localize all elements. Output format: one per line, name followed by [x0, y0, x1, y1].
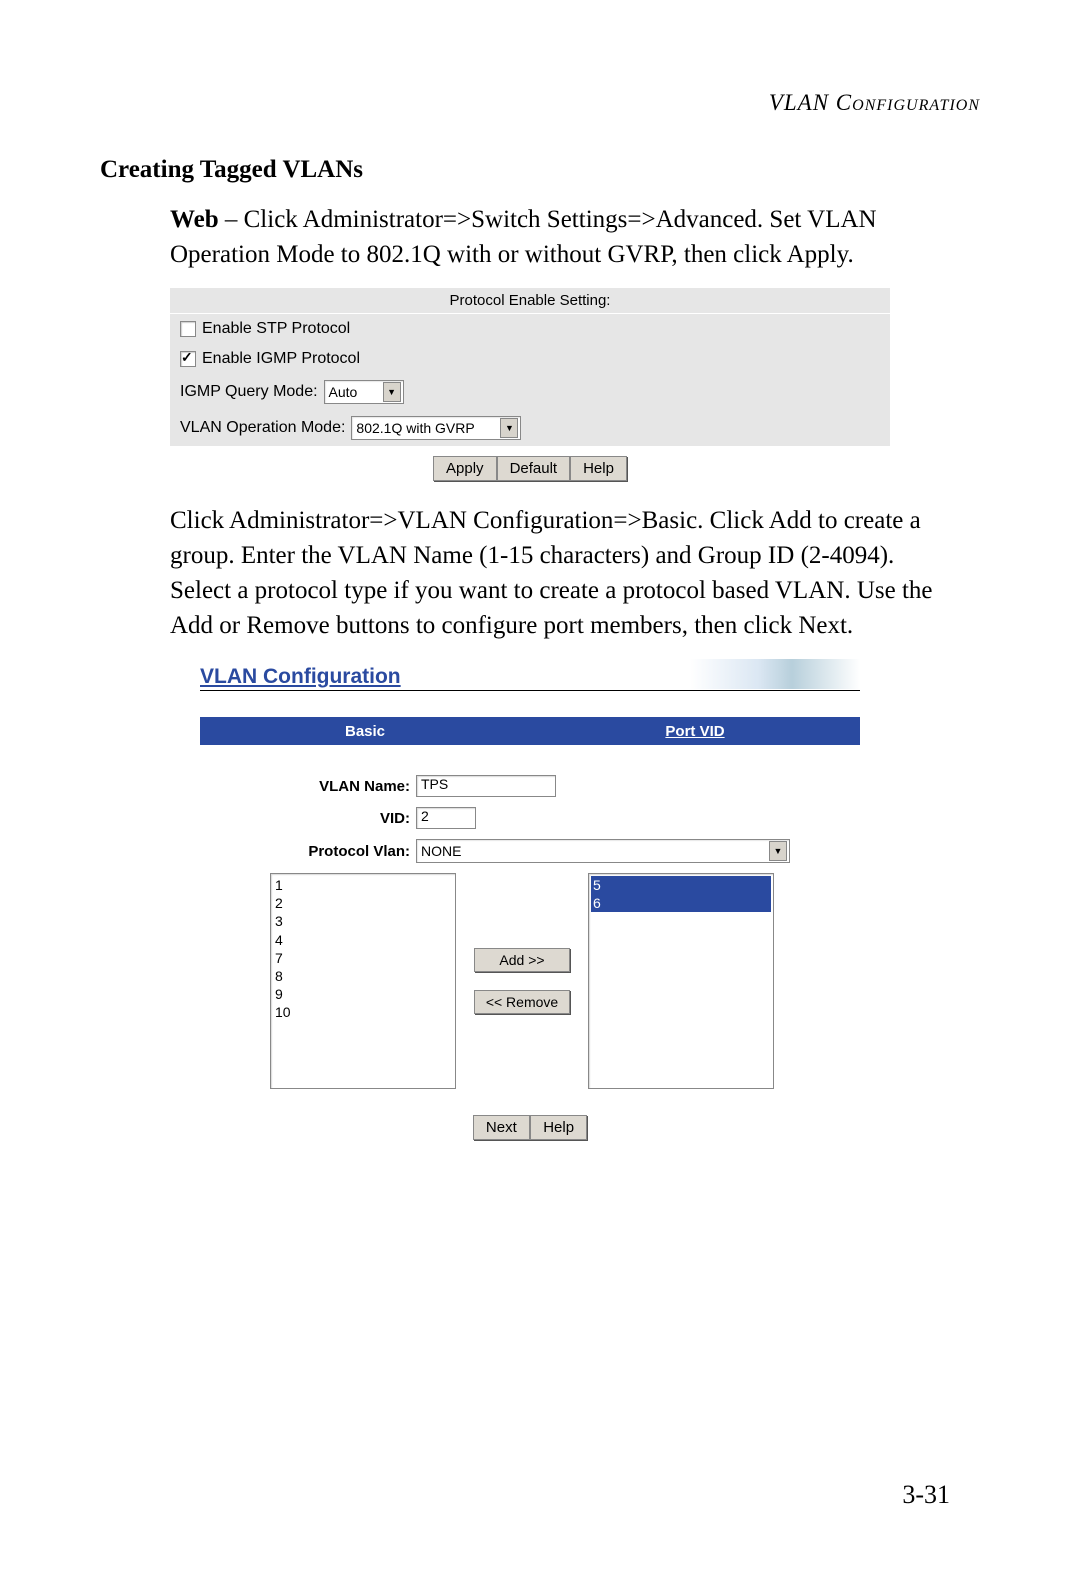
list-item[interactable]: 7: [273, 949, 453, 967]
igmp-label: Enable IGMP Protocol: [202, 350, 360, 368]
chevron-down-icon: ▼: [500, 418, 518, 438]
list-item[interactable]: 6: [591, 894, 771, 912]
tab-port-vid[interactable]: Port VID: [530, 723, 860, 740]
tab-bar: Basic Port VID: [200, 717, 860, 745]
vlan-name-input[interactable]: TPS: [416, 775, 556, 797]
vid-input[interactable]: 2: [416, 807, 476, 829]
vlan-config-title: VLAN Configuration: [200, 665, 401, 689]
igmp-query-value: Auto: [329, 384, 379, 400]
protocol-enable-panel: Protocol Enable Setting: Enable STP Prot…: [170, 288, 890, 446]
apply-button[interactable]: Apply: [433, 456, 497, 481]
vid-label: VID:: [270, 810, 416, 827]
help-button-2[interactable]: Help: [530, 1115, 587, 1140]
paragraph-2: Click Administrator=>VLAN Configuration=…: [170, 503, 960, 643]
list-item[interactable]: 4: [273, 931, 453, 949]
igmp-checkbox[interactable]: [180, 351, 196, 367]
remove-port-button[interactable]: << Remove: [474, 990, 570, 1014]
vlan-op-select[interactable]: 802.1Q with GVRP ▼: [351, 416, 521, 440]
list-item[interactable]: 3: [273, 912, 453, 930]
list-item[interactable]: 1: [273, 876, 453, 894]
page-header: VLAN Configuration: [100, 90, 980, 116]
list-item[interactable]: 5: [591, 876, 771, 894]
section-heading: Creating Tagged VLANs: [100, 156, 960, 184]
igmp-query-label: IGMP Query Mode:: [180, 383, 318, 401]
vlan-op-row: VLAN Operation Mode: 802.1Q with GVRP ▼: [170, 410, 890, 446]
paragraph-1: Web – Click Administrator=>Switch Settin…: [170, 202, 960, 272]
igmp-query-select[interactable]: Auto ▼: [324, 380, 404, 404]
help-button[interactable]: Help: [570, 456, 627, 481]
stp-label: Enable STP Protocol: [202, 320, 350, 338]
igmp-query-row: IGMP Query Mode: Auto ▼: [170, 374, 890, 410]
chevron-down-icon: ▼: [769, 841, 787, 861]
tab-basic[interactable]: Basic: [200, 723, 530, 740]
add-port-button[interactable]: Add >>: [474, 948, 570, 972]
list-item[interactable]: 2: [273, 894, 453, 912]
default-button[interactable]: Default: [497, 456, 571, 481]
vlan-config-panel: VLAN Configuration Basic Port VID VLAN N…: [200, 659, 860, 1150]
chevron-down-icon: ▼: [383, 382, 401, 402]
list-item[interactable]: 8: [273, 967, 453, 985]
decorative-graphic: [690, 659, 860, 689]
protocol-vlan-value: NONE: [421, 843, 461, 859]
stp-row: Enable STP Protocol: [170, 314, 890, 344]
page-number: 3-31: [902, 1480, 950, 1510]
selected-ports-list[interactable]: 56: [588, 873, 774, 1089]
panel-title: Protocol Enable Setting:: [170, 288, 890, 314]
list-item[interactable]: 10: [273, 1003, 453, 1021]
vlan-op-label: VLAN Operation Mode:: [180, 419, 345, 437]
protocol-vlan-select[interactable]: NONE ▼: [416, 839, 790, 863]
stp-checkbox[interactable]: [180, 321, 196, 337]
vlan-name-label: VLAN Name:: [270, 778, 416, 795]
igmp-row: Enable IGMP Protocol: [170, 344, 890, 374]
next-button[interactable]: Next: [473, 1115, 530, 1140]
available-ports-list[interactable]: 123478910: [270, 873, 456, 1089]
protocol-vlan-label: Protocol Vlan:: [270, 843, 416, 860]
vlan-op-value: 802.1Q with GVRP: [356, 420, 496, 436]
list-item[interactable]: 9: [273, 985, 453, 1003]
